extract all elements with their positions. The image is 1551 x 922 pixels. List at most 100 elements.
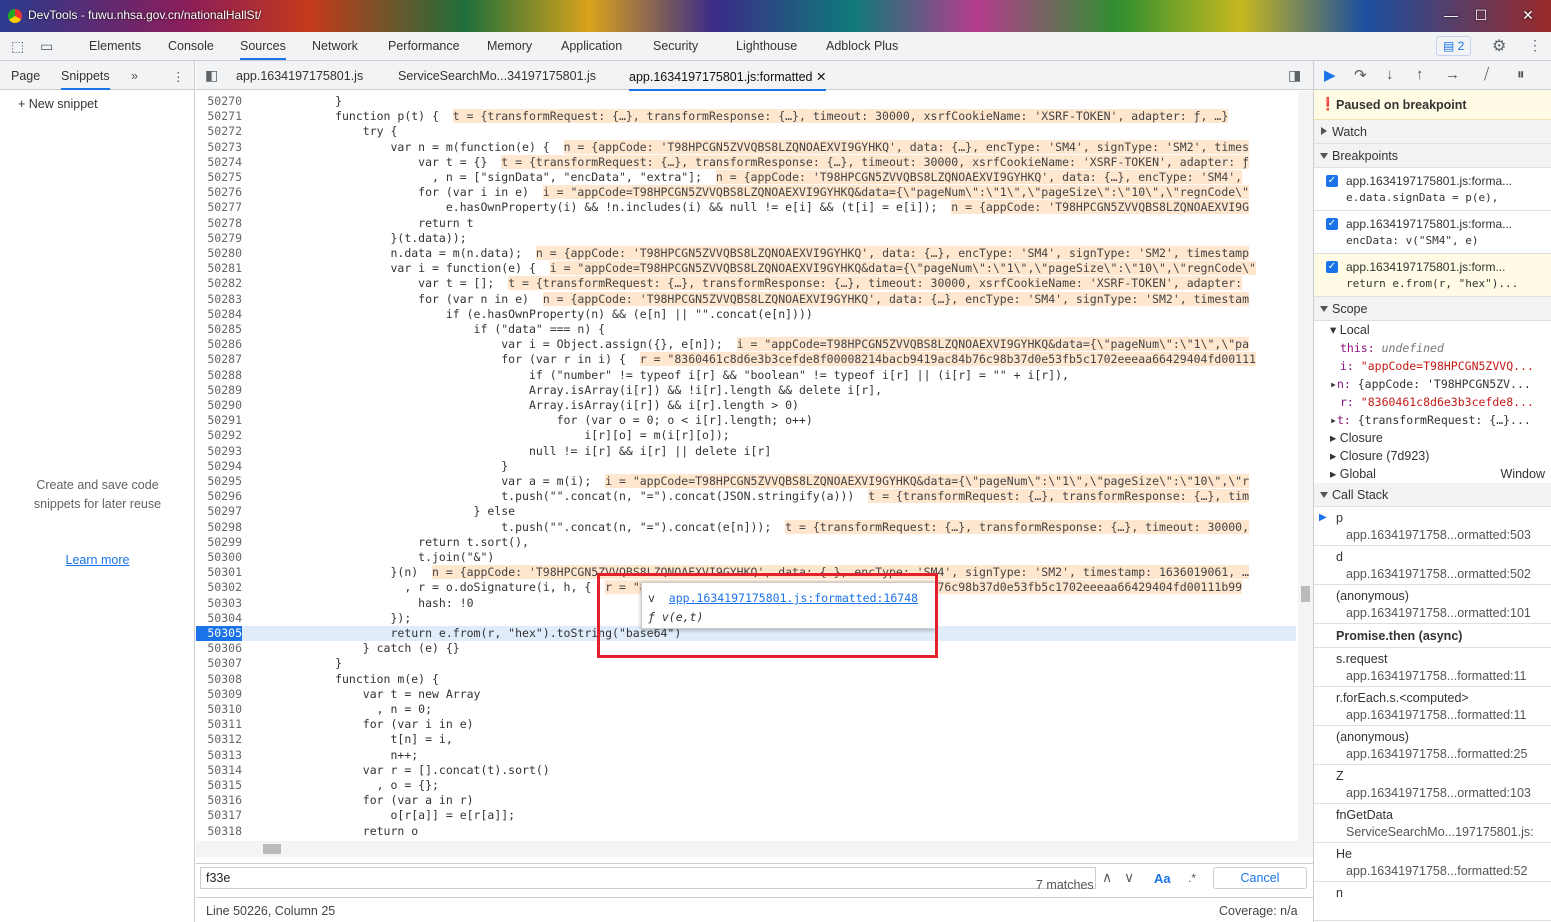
navigator-menu-icon[interactable]: ⋮ — [172, 69, 185, 84]
line-number[interactable]: 50302 — [196, 580, 242, 595]
tab-sources[interactable]: Sources — [240, 39, 286, 60]
more-tabs-icon[interactable]: » — [131, 69, 138, 83]
line-number[interactable]: 50317 — [196, 808, 242, 823]
code-line[interactable]: 50317 o[r[a]] = e[r[a]]; — [196, 808, 1296, 823]
line-number[interactable]: 50282 — [196, 276, 242, 291]
call-stack-section[interactable]: Call Stack — [1314, 483, 1551, 507]
line-number[interactable]: 50286 — [196, 337, 242, 352]
close-window-icon[interactable]: ✕ — [1508, 4, 1548, 28]
code-line[interactable]: 50271 function p(t) { t = {transformRequ… — [196, 109, 1296, 124]
code-line[interactable]: 50318 return o — [196, 824, 1296, 839]
line-number[interactable]: 50288 — [196, 368, 242, 383]
settings-gear-icon[interactable]: ⚙ — [1492, 36, 1506, 56]
line-number[interactable]: 50306 — [196, 641, 242, 656]
tab-memory[interactable]: Memory — [487, 39, 532, 53]
call-frame[interactable]: n — [1314, 882, 1551, 921]
code-line[interactable]: 50279 }(t.data)); — [196, 231, 1296, 246]
inspect-element-icon[interactable]: ⬚ — [11, 38, 24, 55]
scope-variable[interactable]: ▸n: {appCode: 'T98HPCGN5ZV... — [1314, 375, 1551, 393]
code-line[interactable]: 50314 var r = [].concat(t).sort() — [196, 763, 1296, 778]
code-line[interactable]: 50290 Array.isArray(i[r]) && i[r].length… — [196, 398, 1296, 413]
line-number[interactable]: 50285 — [196, 322, 242, 337]
line-number[interactable]: 50270 — [196, 94, 242, 109]
tab-lighthouse[interactable]: Lighthouse — [736, 39, 797, 53]
step-icon[interactable]: → — [1445, 66, 1460, 83]
line-number[interactable]: 50316 — [196, 793, 242, 808]
code-area[interactable]: 50270 } 50271 function p(t) { t = {transf… — [196, 91, 1313, 857]
code-line[interactable]: 50288 if ("number" != typeof i[r] && "bo… — [196, 368, 1296, 383]
code-line[interactable]: 50292 i[r][o] = m(i[r][o]); — [196, 428, 1296, 443]
scope-variable[interactable]: i: "appCode=T98HPCGN5ZVVQ... — [1314, 357, 1551, 375]
horizontal-scrollbar[interactable] — [196, 841, 1298, 857]
code-line[interactable]: 50308 function m(e) { — [196, 672, 1296, 687]
code-line[interactable]: 50299 return t.sort(), — [196, 535, 1296, 550]
call-frame[interactable]: (anonymous) app.16341971758...formatted:2… — [1314, 726, 1551, 765]
regex-button[interactable]: .* — [1188, 871, 1196, 885]
code-line[interactable]: 50309 var t = new Array — [196, 687, 1296, 702]
code-line[interactable]: 50285 if ("data" === n) { — [196, 322, 1296, 337]
pause-on-exceptions-icon[interactable]: ⏸ — [1517, 66, 1525, 83]
step-out-icon[interactable]: ↑ — [1416, 66, 1424, 83]
tab-console[interactable]: Console — [168, 39, 214, 53]
code-line[interactable]: 50300 t.join("&") — [196, 550, 1296, 565]
breakpoint-checkbox[interactable]: ✓ — [1326, 261, 1338, 273]
line-number[interactable]: 50298 — [196, 520, 242, 535]
line-number[interactable]: 50310 — [196, 702, 242, 717]
breakpoint-checkbox[interactable]: ✓ — [1326, 175, 1338, 187]
code-line[interactable]: 50312 t[n] = i, — [196, 732, 1296, 747]
line-number[interactable]: 50299 — [196, 535, 242, 550]
line-number[interactable]: 50273 — [196, 140, 242, 155]
code-line[interactable]: 50307 } — [196, 656, 1296, 671]
code-line[interactable]: 50276 for (var i in e) i = "appCode=T98H… — [196, 185, 1296, 200]
code-line[interactable]: 50284 if (e.hasOwnProperty(n) && (e[n] |… — [196, 307, 1296, 322]
learn-more-link[interactable]: Learn more — [0, 553, 195, 567]
breakpoint-item[interactable]: ✓ app.1634197175801.js:forma... encData: v… — [1314, 211, 1551, 254]
line-number[interactable]: 50272 — [196, 124, 242, 139]
match-case-button[interactable]: Aa — [1154, 871, 1171, 886]
code-line[interactable]: 50272 try { — [196, 124, 1296, 139]
code-line[interactable]: 50315 , o = {}; — [196, 778, 1296, 793]
expand-arrow-icon[interactable]: ▸ — [1330, 413, 1337, 427]
file-tab-app-formatted[interactable]: app.1634197175801.js:formatted ✕ — [629, 69, 827, 91]
line-number[interactable]: 50315 — [196, 778, 242, 793]
line-number[interactable]: 50296 — [196, 489, 242, 504]
code-line[interactable]: 50313 n++; — [196, 748, 1296, 763]
tab-application[interactable]: Application — [561, 39, 622, 53]
prev-match-button[interactable]: ∧ — [1102, 869, 1112, 886]
line-number[interactable]: 50274 — [196, 155, 242, 170]
line-number[interactable]: 50295 — [196, 474, 242, 489]
code-line[interactable]: 50280 n.data = m(n.data); n = {appCode: … — [196, 246, 1296, 261]
code-line[interactable]: 50274 var t = {} t = {transformRequest: … — [196, 154, 1296, 170]
new-snippet-button[interactable]: + New snippet — [18, 97, 98, 111]
code-line[interactable]: 50291 for (var o = 0; o < i[r].length; o… — [196, 413, 1296, 428]
line-number[interactable]: 50318 — [196, 824, 242, 839]
next-match-button[interactable]: ∨ — [1124, 869, 1134, 886]
call-frame[interactable]: r.forEach.s.<computed> app.16341971758...… — [1314, 687, 1551, 726]
tab-elements[interactable]: Elements — [89, 39, 141, 53]
code-line[interactable]: 50311 for (var i in e) — [196, 717, 1296, 732]
line-number[interactable]: 50305 — [196, 626, 242, 642]
line-number[interactable]: 50280 — [196, 246, 242, 261]
device-toolbar-icon[interactable]: ▭ — [40, 38, 53, 55]
call-frame[interactable]: Zapp.16341971758...ormatted:103 — [1314, 765, 1551, 804]
close-tab-icon[interactable]: ✕ — [816, 70, 826, 84]
breakpoints-section[interactable]: Breakpoints — [1314, 144, 1551, 168]
line-number[interactable]: 50287 — [196, 352, 242, 367]
tab-adblock-plus[interactable]: Adblock Plus — [826, 39, 898, 53]
line-number[interactable]: 50293 — [196, 444, 242, 459]
line-number[interactable]: 50289 — [196, 383, 242, 398]
line-number[interactable]: 50303 — [196, 596, 242, 611]
scope-global[interactable]: ▸ Global Window — [1314, 465, 1551, 483]
code-line[interactable]: 50270 } — [196, 94, 1296, 109]
line-number[interactable]: 50311 — [196, 717, 242, 732]
line-number[interactable]: 50308 — [196, 672, 242, 687]
code-line[interactable]: 50294 } — [196, 459, 1296, 474]
line-number[interactable]: 50313 — [196, 748, 242, 763]
more-menu-icon[interactable]: ⋮ — [1528, 37, 1542, 54]
scope-closure-2[interactable]: ▸ Closure (7d923) — [1314, 447, 1551, 465]
line-number[interactable]: 50271 — [196, 109, 242, 124]
toggle-debugger-icon[interactable]: ◨ — [1288, 67, 1301, 84]
call-frame[interactable]: ▶ p app.16341971758...ormatted:503 — [1314, 507, 1551, 546]
maximize-icon[interactable]: ☐ — [1461, 4, 1501, 28]
issues-badge[interactable]: ▤ 2 — [1436, 36, 1472, 56]
